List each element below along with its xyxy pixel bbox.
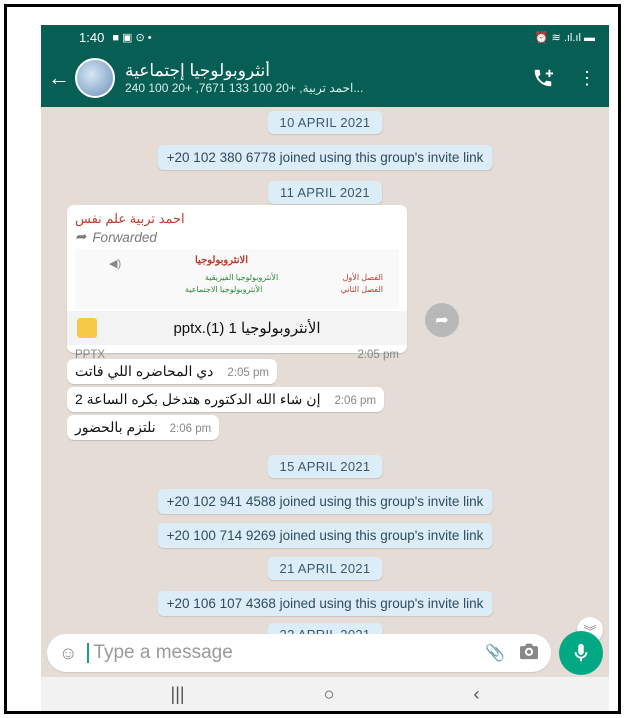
chat-title-block[interactable]: أنثروبولوجيا إجتماعية احمد تربية, +20 10… bbox=[125, 61, 521, 95]
text-message[interactable]: إن شاء الله الدكتوره هتدخل بكره الساعة 2… bbox=[67, 387, 385, 412]
message-time: 2:05 pm bbox=[227, 367, 269, 379]
forwarded-label: ➦ Forwarded bbox=[75, 229, 399, 245]
phone-screen: 1:40 ■ ▣ ⊙ • ⏰ ≋ .ıl.ıl ▬ ← أنثروبولوجيا… bbox=[41, 25, 609, 711]
message-sender: احمد تربية علم نفس bbox=[75, 211, 185, 226]
message-time: 2:06 pm bbox=[334, 395, 377, 407]
preview-line: الأنثروبولوجيا الاجتماعية bbox=[185, 285, 263, 294]
group-members: احمد تربية, +20 100 133 7671, +20 100 24… bbox=[125, 81, 364, 95]
status-right-icons: ⏰ ≋ .ıl.ıl ▬ bbox=[534, 31, 595, 44]
paperclip-icon[interactable]: 📎 bbox=[485, 643, 505, 663]
chat-header: ← أنثروبولوجيا إجتماعية احمد تربية, +20 … bbox=[41, 49, 609, 107]
message-time: 2:06 pm bbox=[169, 423, 212, 435]
system-message: +20 102 941 4588 joined using this group… bbox=[157, 489, 493, 514]
share-icon[interactable]: ➦ bbox=[425, 303, 459, 337]
text-cursor bbox=[87, 643, 90, 663]
file-row[interactable]: الأنثروبولوجيا 1 (1).pptx bbox=[67, 311, 407, 345]
mic-icon bbox=[574, 643, 588, 662]
file-preview[interactable]: ◀) الانثروبولوجيا الفصل الأول الأنثروبول… bbox=[75, 249, 399, 309]
date-chip: 10 APRIL 2021 bbox=[267, 111, 383, 134]
system-nav-bar: ||| ○ ‹ bbox=[41, 677, 609, 711]
forwarded-text: Forwarded bbox=[92, 229, 157, 245]
status-bar: 1:40 ■ ▣ ⊙ • ⏰ ≋ .ıl.ıl ▬ bbox=[41, 25, 609, 49]
input-bar: ☺ 📎 bbox=[41, 629, 609, 677]
more-options-icon[interactable]: ⋮ bbox=[565, 56, 609, 100]
screenshot-frame: 1:40 ■ ▣ ⊙ • ⏰ ≋ .ıl.ıl ▬ ← أنثروبولوجيا… bbox=[4, 4, 621, 714]
chat-messages: 10 APRIL 2021 +20 102 380 6778 joined us… bbox=[41, 107, 609, 646]
speaker-icon: ◀) bbox=[109, 258, 122, 270]
date-chip: 11 APRIL 2021 bbox=[268, 181, 382, 204]
recent-apps-icon[interactable]: ||| bbox=[171, 684, 185, 705]
forwarded-file-message[interactable]: احمد تربية علم نفس ➦ Forwarded ◀) الانثر… bbox=[67, 205, 407, 361]
message-input-container: ☺ 📎 bbox=[47, 634, 551, 672]
message-text: إن شاء الله الدكتوره هتدخل بكره الساعة 2 bbox=[75, 391, 321, 407]
add-call-icon[interactable] bbox=[521, 56, 565, 100]
preview-line: الفصل الثاني bbox=[340, 285, 383, 294]
emoji-icon[interactable]: ☺ bbox=[59, 643, 77, 664]
status-time: 1:40 bbox=[79, 29, 105, 45]
message-time: 2:05 pm bbox=[357, 349, 399, 361]
camera-icon[interactable] bbox=[519, 642, 539, 665]
back-nav-icon[interactable]: ‹ bbox=[473, 684, 479, 705]
forward-arrow-icon: ➦ bbox=[75, 229, 87, 244]
group-avatar[interactable] bbox=[75, 58, 115, 98]
preview-title: الانثروبولوجيا bbox=[195, 255, 249, 266]
back-arrow-icon[interactable]: ← bbox=[45, 65, 73, 91]
mic-button[interactable] bbox=[559, 631, 603, 675]
preview-line: الأنثروبولوجيا الفيزيقية bbox=[205, 273, 279, 282]
text-message[interactable]: دي المحاضره اللي فاتت 2:05 pm bbox=[67, 359, 277, 384]
date-chip: 15 APRIL 2021 bbox=[267, 455, 383, 478]
pptx-file-icon bbox=[77, 318, 97, 338]
system-message: +20 102 380 6778 joined using this group… bbox=[157, 145, 493, 170]
message-text: نلتزم بالحضور bbox=[75, 419, 156, 435]
home-icon[interactable]: ○ bbox=[324, 684, 335, 705]
preview-line: الفصل الأول bbox=[342, 273, 383, 282]
message-input[interactable] bbox=[93, 642, 472, 664]
date-chip: 21 APRIL 2021 bbox=[267, 557, 383, 580]
message-text: دي المحاضره اللي فاتت bbox=[75, 363, 214, 379]
group-title: أنثروبولوجيا إجتماعية bbox=[125, 61, 270, 80]
status-left-icons: ■ ▣ ⊙ • bbox=[112, 31, 152, 44]
file-name: الأنثروبولوجيا 1 (1).pptx bbox=[173, 320, 321, 337]
text-message[interactable]: نلتزم بالحضور 2:06 pm bbox=[67, 415, 220, 440]
system-message: +20 106 107 4368 joined using this group… bbox=[157, 591, 493, 616]
system-message: +20 100 714 9269 joined using this group… bbox=[157, 523, 493, 548]
